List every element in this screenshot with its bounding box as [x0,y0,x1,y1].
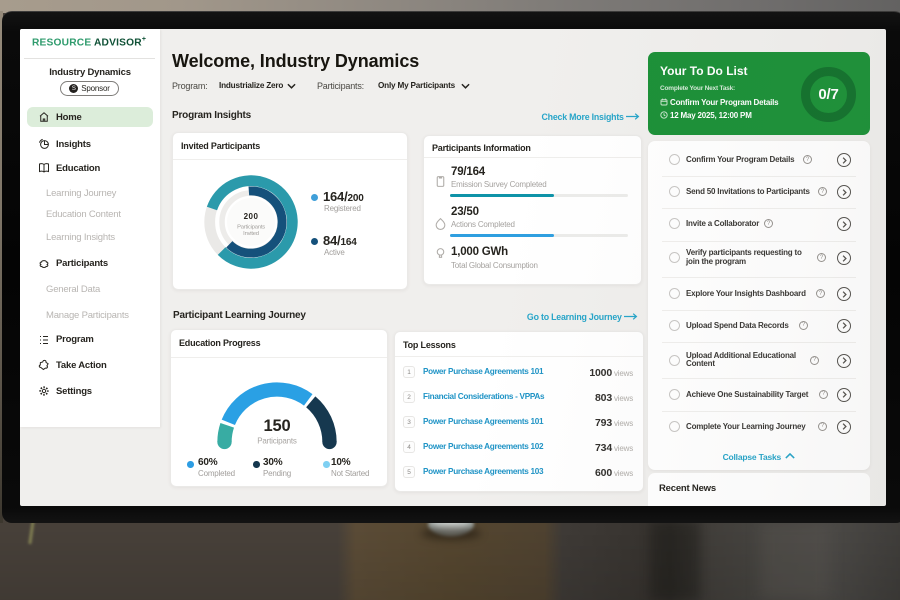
svg-text:Participants: Participants [237,225,265,231]
svg-text:Participants: Participants [257,436,297,445]
svg-text:200: 200 [244,212,259,221]
svg-text:Invited: Invited [243,231,259,237]
svg-text:150: 150 [263,417,290,435]
